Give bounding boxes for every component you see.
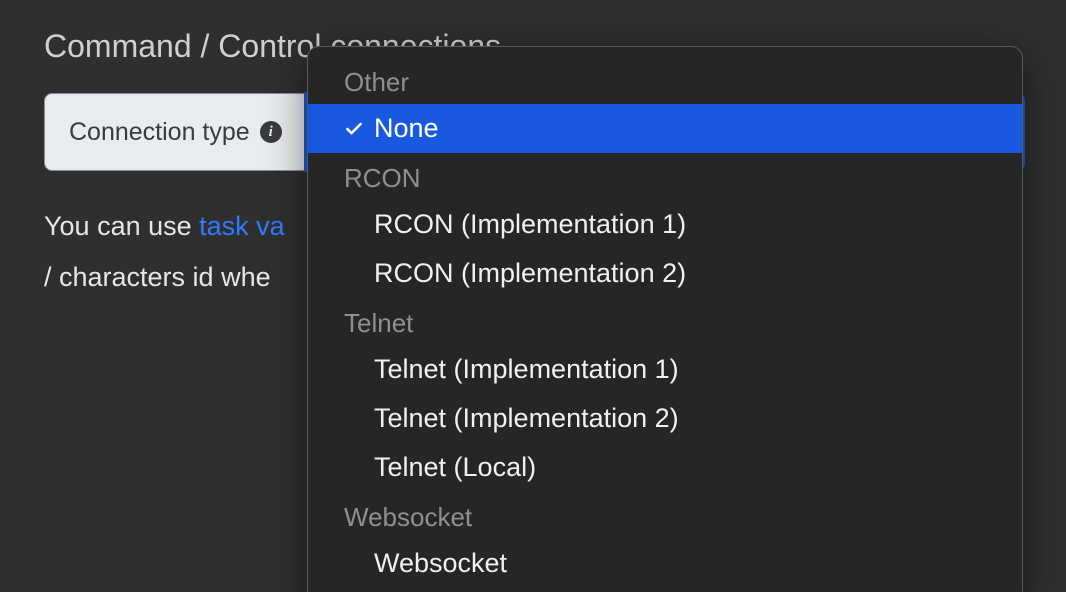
connection-type-label: Connection type — [69, 118, 250, 147]
info-icon[interactable]: i — [260, 121, 282, 143]
dropdown-item-label: Telnet (Implementation 2) — [374, 403, 679, 434]
dropdown-item-label: Telnet (Local) — [374, 452, 536, 483]
check-icon — [344, 119, 374, 139]
task-variables-link[interactable]: task va — [199, 211, 285, 241]
dropdown-group-label: Telnet — [308, 298, 1022, 345]
dropdown-item[interactable]: RCON (Implementation 2) — [308, 249, 1022, 298]
dropdown-item[interactable]: None — [308, 104, 1022, 153]
dropdown-item[interactable]: Telnet (Local) — [308, 443, 1022, 492]
dropdown-group-label: Other — [308, 57, 1022, 104]
dropdown-group-label: RCON — [308, 153, 1022, 200]
dropdown-item-label: RCON (Implementation 2) — [374, 258, 686, 289]
dropdown-item[interactable]: Telnet (Implementation 1) — [308, 345, 1022, 394]
dropdown-item[interactable]: RCON (Implementation 1) — [308, 200, 1022, 249]
dropdown-item-label: None — [374, 113, 439, 144]
dropdown-group-label: Websocket — [308, 492, 1022, 539]
connection-type-label-box: Connection type i — [45, 94, 306, 170]
dropdown-item[interactable]: Telnet (Implementation 2) — [308, 394, 1022, 443]
hint-rest: / characters id whe — [44, 262, 271, 292]
dropdown-item-label: Telnet (Implementation 1) — [374, 354, 679, 385]
dropdown-item-label: RCON (Implementation 1) — [374, 209, 686, 240]
dropdown-item-label: Websocket — [374, 548, 507, 579]
hint-prefix: You can use — [44, 211, 199, 241]
connection-type-dropdown[interactable]: Other None RCON RCON (Implementation 1) RCON… — [307, 46, 1023, 592]
dropdown-item[interactable]: Websocket — [308, 539, 1022, 588]
